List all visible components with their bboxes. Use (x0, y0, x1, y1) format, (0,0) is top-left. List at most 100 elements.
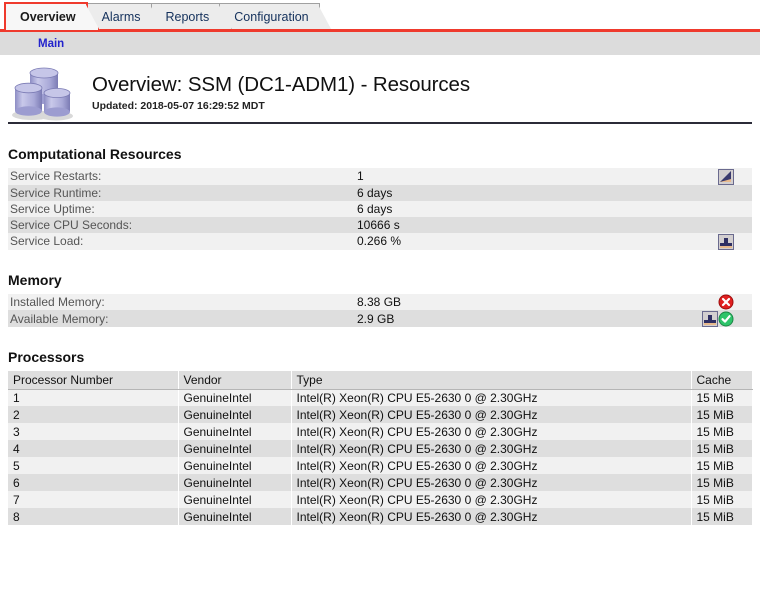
computational-resources-table: Service Restarts:1Service Runtime:6 days… (8, 168, 752, 250)
processors-column-header[interactable]: Type (291, 371, 691, 389)
processors-column-header[interactable]: Processor Number (8, 371, 178, 389)
memory-table: Installed Memory:8.38 GBAvailable Memory… (8, 294, 752, 328)
processors-header-row: Processor NumberVendorTypeCache (8, 371, 752, 389)
memory-value: 2.9 GB (355, 310, 690, 327)
subnav-link-main[interactable]: Main (38, 38, 64, 50)
memory-label: Available Memory: (8, 310, 355, 327)
computational-label: Service Load: (8, 233, 355, 250)
processors-table: Processor NumberVendorTypeCache 1Genuine… (8, 371, 753, 525)
tab-label: Reports (166, 10, 210, 24)
processors-table-cell: 6 (8, 474, 178, 491)
processors-table-cell: GenuineIntel (178, 491, 291, 508)
computational-icons (690, 217, 752, 233)
tab-list: Overview Alarms Reports Configuration (4, 0, 760, 30)
memory-value: 8.38 GB (355, 294, 690, 311)
processors-table-cell: 15 MiB (691, 389, 752, 406)
processors-table-row: 8GenuineIntelIntel(R) Xeon(R) CPU E5-263… (8, 508, 752, 525)
processors-table-cell: 15 MiB (691, 457, 752, 474)
processors-table-cell: GenuineIntel (178, 474, 291, 491)
processors-table-cell: GenuineIntel (178, 508, 291, 525)
processors-table-row: 7GenuineIntelIntel(R) Xeon(R) CPU E5-263… (8, 491, 752, 508)
processors-table-cell: 15 MiB (691, 474, 752, 491)
page-header: Overview: SSM (DC1-ADM1) - Resources Upd… (0, 56, 760, 118)
computational-value: 0.266 % (355, 233, 690, 250)
processors-table-cell: Intel(R) Xeon(R) CPU E5-2630 0 @ 2.30GHz (291, 474, 691, 491)
processors-table-row: 2GenuineIntelIntel(R) Xeon(R) CPU E5-263… (8, 406, 752, 423)
computational-value: 6 days (355, 201, 690, 217)
processors-table-cell: 15 MiB (691, 440, 752, 457)
memory-label: Installed Memory: (8, 294, 355, 311)
processors-table-cell: 7 (8, 491, 178, 508)
processors-table-cell: 15 MiB (691, 406, 752, 423)
tab-label: Configuration (234, 10, 308, 24)
processors-table-row: 5GenuineIntelIntel(R) Xeon(R) CPU E5-263… (8, 457, 752, 474)
tab-overview[interactable]: Overview (4, 2, 88, 30)
memory-row: Installed Memory:8.38 GB (8, 294, 752, 311)
processors-table-cell: GenuineIntel (178, 406, 291, 423)
processors-table-cell: 3 (8, 423, 178, 440)
processors-table-cell: Intel(R) Xeon(R) CPU E5-2630 0 @ 2.30GHz (291, 406, 691, 423)
tab-slant-edge (318, 4, 332, 30)
computational-icons (690, 185, 752, 201)
page-header-text: Overview: SSM (DC1-ADM1) - Resources Upd… (92, 73, 470, 112)
tab-configuration[interactable]: Configuration (219, 3, 319, 30)
computational-label: Service Restarts: (8, 168, 355, 185)
computational-row: Service CPU Seconds:10666 s (8, 217, 752, 233)
computational-icons (690, 233, 752, 250)
processors-table-cell: Intel(R) Xeon(R) CPU E5-2630 0 @ 2.30GHz (291, 457, 691, 474)
computational-value: 10666 s (355, 217, 690, 233)
computational-value: 1 (355, 168, 690, 185)
computational-icons (690, 201, 752, 217)
computational-row: Service Load:0.266 % (8, 233, 752, 250)
step-chart-icon[interactable] (702, 311, 718, 327)
storage-cylinders-icon (8, 62, 80, 122)
tab-accent-rule (0, 29, 760, 32)
section-title-processors: Processors (8, 349, 760, 365)
processors-table-cell: Intel(R) Xeon(R) CPU E5-2630 0 @ 2.30GHz (291, 389, 691, 406)
tab-label: Alarms (102, 10, 141, 24)
processors-table-cell: 2 (8, 406, 178, 423)
processors-table-cell: GenuineIntel (178, 440, 291, 457)
computational-icons (690, 168, 752, 185)
area-chart-icon[interactable] (718, 169, 734, 185)
processors-table-cell: Intel(R) Xeon(R) CPU E5-2630 0 @ 2.30GHz (291, 440, 691, 457)
processors-table-cell: 8 (8, 508, 178, 525)
processors-column-header[interactable]: Vendor (178, 371, 291, 389)
processors-table-row: 1GenuineIntelIntel(R) Xeon(R) CPU E5-263… (8, 389, 752, 406)
step-chart-icon[interactable] (718, 234, 734, 250)
processors-table-cell: GenuineIntel (178, 457, 291, 474)
memory-icons (690, 294, 752, 311)
processors-table-cell: 4 (8, 440, 178, 457)
computational-row: Service Uptime:6 days (8, 201, 752, 217)
processors-table-cell: 15 MiB (691, 508, 752, 525)
processors-table-cell: 15 MiB (691, 423, 752, 440)
ok-badge-icon[interactable] (718, 311, 734, 327)
tab-label: Overview (20, 10, 76, 24)
computational-label: Service Uptime: (8, 201, 355, 217)
computational-row: Service Runtime:6 days (8, 185, 752, 201)
processors-table-cell: Intel(R) Xeon(R) CPU E5-2630 0 @ 2.30GHz (291, 423, 691, 440)
computational-label: Service Runtime: (8, 185, 355, 201)
section-title-memory: Memory (8, 272, 760, 288)
processors-table-cell: GenuineIntel (178, 423, 291, 440)
page-updated-timestamp: Updated: 2018-05-07 16:29:52 MDT (92, 100, 470, 112)
page-title: Overview: SSM (DC1-ADM1) - Resources (92, 73, 470, 97)
processors-column-header[interactable]: Cache (691, 371, 752, 389)
memory-row: Available Memory:2.9 GB (8, 310, 752, 327)
tab-bar: Overview Alarms Reports Configuration (0, 0, 760, 30)
processors-table-row: 4GenuineIntelIntel(R) Xeon(R) CPU E5-263… (8, 440, 752, 457)
computational-value: 6 days (355, 185, 690, 201)
subnav-bar: Main (0, 32, 760, 56)
processors-table-cell: 15 MiB (691, 491, 752, 508)
processors-table-row: 3GenuineIntelIntel(R) Xeon(R) CPU E5-263… (8, 423, 752, 440)
section-title-computational: Computational Resources (8, 146, 760, 162)
error-badge-icon[interactable] (718, 294, 734, 310)
processors-table-cell: 1 (8, 389, 178, 406)
memory-icons (690, 310, 752, 327)
processors-table-cell: Intel(R) Xeon(R) CPU E5-2630 0 @ 2.30GHz (291, 508, 691, 525)
computational-label: Service CPU Seconds: (8, 217, 355, 233)
header-divider (8, 122, 752, 124)
processors-table-row: 6GenuineIntelIntel(R) Xeon(R) CPU E5-263… (8, 474, 752, 491)
processors-table-cell: 5 (8, 457, 178, 474)
processors-table-cell: GenuineIntel (178, 389, 291, 406)
